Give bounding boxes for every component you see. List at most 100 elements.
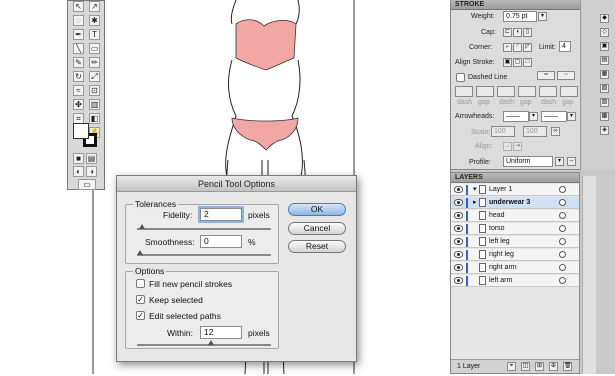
lasso-tool-icon[interactable]: ◌: [73, 15, 84, 26]
miter-join-icon[interactable]: ⌐: [503, 43, 512, 52]
graph-tool-icon[interactable]: ▥: [89, 99, 100, 110]
layer-target-icon[interactable]: [559, 186, 566, 193]
warp-tool-icon[interactable]: ≈: [73, 85, 84, 96]
layer-target-icon[interactable]: [559, 251, 566, 258]
layer-row-parent[interactable]: ▾ Layer 1: [451, 184, 579, 196]
panel-icon-1[interactable]: ◆: [600, 14, 609, 23]
type-tool-icon[interactable]: T: [89, 29, 100, 40]
within-slider-knob[interactable]: [208, 340, 214, 345]
layer-target-icon[interactable]: [559, 199, 566, 206]
symbol-tool-icon[interactable]: ✤: [73, 99, 84, 110]
layer-row[interactable]: torso: [451, 223, 579, 235]
expand-triangle-icon[interactable]: ▸: [473, 197, 477, 208]
visibility-eye-icon[interactable]: [454, 238, 463, 245]
arrow-tip-place-icon[interactable]: ⇥: [513, 142, 522, 151]
layer-row[interactable]: left leg: [451, 236, 579, 248]
draw-normal-icon[interactable]: ◐: [73, 166, 84, 177]
gradient-mode-icon[interactable]: ▤: [86, 153, 97, 164]
pencil-tool-icon[interactable]: ✏: [89, 57, 100, 68]
dashed-line-checkbox[interactable]: [456, 73, 465, 82]
layer-target-icon[interactable]: [559, 264, 566, 271]
align-outside-icon[interactable]: □: [523, 58, 532, 67]
line-tool-icon[interactable]: ╲: [73, 43, 84, 54]
draw-behind-icon[interactable]: ◑: [86, 166, 97, 177]
panel-icon-2[interactable]: ◇: [600, 28, 609, 37]
gradient-tool-icon[interactable]: ◧: [89, 113, 100, 124]
panel-icon-5[interactable]: ▦: [600, 70, 609, 79]
smoothness-slider-knob[interactable]: [137, 250, 143, 255]
dash-preserve-icon[interactable]: ┅: [537, 71, 555, 80]
visibility-eye-icon[interactable]: [454, 264, 463, 271]
edit-selected-paths-checkbox[interactable]: ✓: [136, 311, 145, 320]
square-cap-icon[interactable]: ▯: [523, 28, 532, 37]
align-inside-icon[interactable]: ▢: [513, 58, 522, 67]
visibility-eye-icon[interactable]: [454, 186, 463, 193]
free-transform-icon[interactable]: ⊡: [89, 85, 100, 96]
fidelity-slider-knob[interactable]: [139, 224, 145, 229]
magic-wand-icon[interactable]: ✱: [89, 15, 100, 26]
panel-icon-7[interactable]: ▨: [600, 98, 609, 107]
smoothness-slider[interactable]: [137, 254, 271, 256]
scale-tool-icon[interactable]: ⤢: [89, 71, 100, 82]
delete-layer-icon[interactable]: 🗑: [563, 362, 572, 371]
dash-1-input[interactable]: [455, 86, 473, 97]
round-cap-icon[interactable]: ◖: [513, 28, 522, 37]
layer-row[interactable]: right arm: [451, 262, 579, 274]
color-mode-icon[interactable]: ■: [73, 153, 84, 164]
weight-input[interactable]: 0.75 pt: [503, 11, 537, 22]
layer-row[interactable]: left arm: [451, 275, 579, 287]
panel-icon-6[interactable]: ▧: [600, 84, 609, 93]
end-scale-input[interactable]: 100: [523, 126, 547, 137]
screen-mode-icon[interactable]: ▭: [78, 179, 96, 190]
arrow-tip-extend-icon[interactable]: →: [503, 142, 512, 151]
visibility-eye-icon[interactable]: [454, 199, 463, 206]
locate-object-icon[interactable]: ⌖: [507, 362, 516, 371]
fidelity-input[interactable]: 2: [200, 208, 242, 221]
visibility-eye-icon[interactable]: [454, 225, 463, 232]
ok-button[interactable]: OK: [288, 203, 346, 216]
pen-tool-icon[interactable]: ✒: [73, 29, 84, 40]
profile-select[interactable]: Uniform: [503, 156, 553, 167]
keep-selected-checkbox[interactable]: ✓: [136, 295, 145, 304]
panel-icon-4[interactable]: ▤: [600, 56, 609, 65]
within-input[interactable]: 12: [200, 326, 242, 339]
brush-tool-icon[interactable]: ✎: [73, 57, 84, 68]
cancel-button[interactable]: Cancel: [288, 222, 346, 235]
within-slider[interactable]: [137, 344, 271, 346]
panel-icon-9[interactable]: ◈: [600, 126, 609, 135]
smoothness-input[interactable]: 0: [200, 235, 242, 248]
weight-dropdown-icon[interactable]: ▾: [538, 12, 547, 21]
panel-icon-8[interactable]: ▩: [600, 112, 609, 121]
link-scale-icon[interactable]: ∞: [551, 127, 560, 136]
layers-scrollbar[interactable]: [582, 176, 596, 374]
flip-profile-icon[interactable]: ⇔: [567, 157, 576, 166]
visibility-eye-icon[interactable]: [454, 212, 463, 219]
layer-target-icon[interactable]: [559, 238, 566, 245]
visibility-eye-icon[interactable]: [454, 277, 463, 284]
fidelity-slider[interactable]: [137, 228, 271, 230]
layer-target-icon[interactable]: [559, 277, 566, 284]
layer-row[interactable]: right leg: [451, 249, 579, 261]
gap-1-input[interactable]: [476, 86, 494, 97]
fill-new-strokes-checkbox[interactable]: [136, 279, 145, 288]
end-arrow-select[interactable]: ——: [541, 111, 567, 122]
rotate-tool-icon[interactable]: ↻: [73, 71, 84, 82]
limit-input[interactable]: 4: [559, 41, 571, 52]
layer-target-icon[interactable]: [559, 212, 566, 219]
dash-align-icon[interactable]: ┄: [557, 71, 575, 80]
tool-icon[interactable]: ↗: [89, 1, 100, 12]
gap-2-input[interactable]: [518, 86, 536, 97]
expand-triangle-icon[interactable]: ▾: [473, 184, 477, 195]
start-arrow-dropdown-icon[interactable]: ▾: [529, 112, 538, 121]
clipping-mask-icon[interactable]: ◫: [521, 362, 530, 371]
visibility-eye-icon[interactable]: [454, 251, 463, 258]
dash-3-input[interactable]: [539, 86, 557, 97]
layer-row[interactable]: head: [451, 210, 579, 222]
align-center-icon[interactable]: ▣: [503, 58, 512, 67]
new-layer-icon[interactable]: ⊕: [549, 362, 558, 371]
butt-cap-icon[interactable]: ⊏: [503, 28, 512, 37]
round-join-icon[interactable]: ◜: [513, 43, 522, 52]
dash-2-input[interactable]: [497, 86, 515, 97]
end-arrow-dropdown-icon[interactable]: ▾: [567, 112, 576, 121]
rectangle-tool-icon[interactable]: ▭: [89, 43, 100, 54]
